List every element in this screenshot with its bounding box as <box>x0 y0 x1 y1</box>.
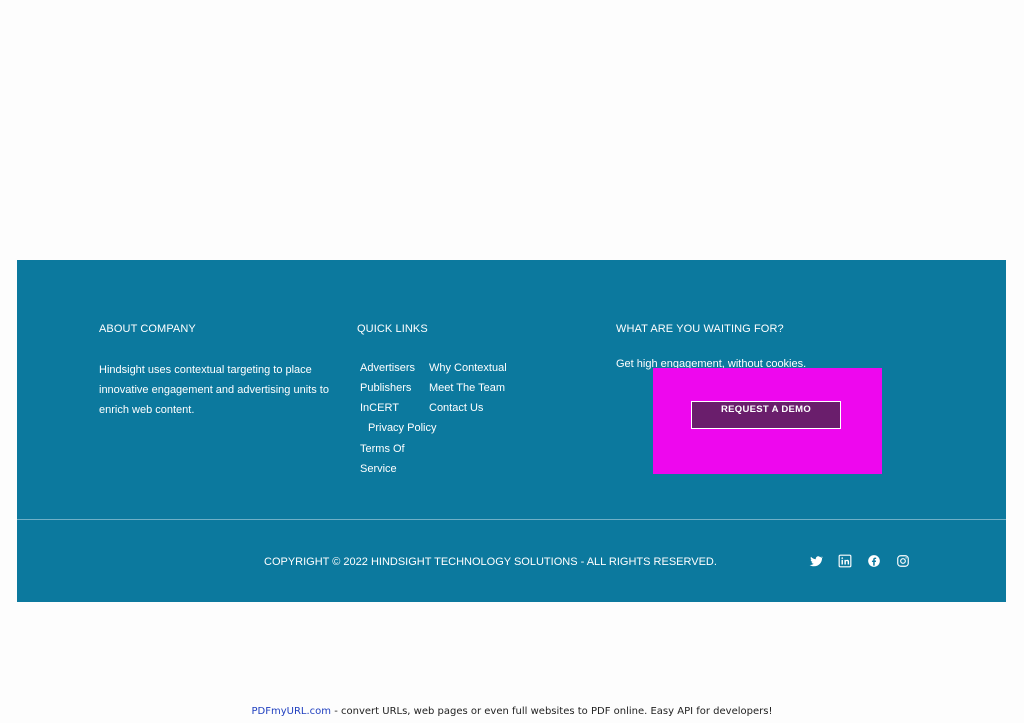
link-contact-us[interactable]: Contact Us <box>429 402 483 414</box>
site-footer: ABOUT COMPANY Hindsight uses contextual … <box>17 260 1006 602</box>
request-demo-button[interactable]: REQUEST A DEMO <box>691 401 841 429</box>
pdfmyurl-link[interactable]: PDFmyURL.com <box>252 706 332 717</box>
link-privacy-policy[interactable]: Privacy Policy <box>368 422 436 434</box>
twitter-icon[interactable] <box>809 554 823 568</box>
instagram-icon[interactable] <box>896 554 910 568</box>
link-publishers[interactable]: Publishers <box>360 382 411 394</box>
link-incert[interactable]: InCERT <box>360 402 399 414</box>
link-terms-of-service[interactable]: Terms Of <box>360 443 405 455</box>
copyright-text: COPYRIGHT © 2022 HINDSIGHT TECHNOLOGY SO… <box>264 556 717 568</box>
cta-heading: WHAT ARE YOU WAITING FOR? <box>616 323 784 335</box>
link-terms-of-service-cont[interactable]: Service <box>360 463 397 475</box>
facebook-icon[interactable] <box>867 554 881 568</box>
link-advertisers[interactable]: Advertisers <box>360 362 415 374</box>
footer-divider <box>17 519 1006 520</box>
link-meet-the-team[interactable]: Meet The Team <box>429 382 505 394</box>
pdf-banner-text: - convert URLs, web pages or even full w… <box>331 706 773 717</box>
about-company-heading: ABOUT COMPANY <box>99 323 196 335</box>
pdf-banner: PDFmyURL.com - convert URLs, web pages o… <box>0 706 1024 717</box>
about-company-text: Hindsight uses contextual targeting to p… <box>99 364 329 417</box>
quick-links-heading: QUICK LINKS <box>357 323 428 335</box>
cta-highlight-box: REQUEST A DEMO <box>653 368 882 474</box>
link-why-contextual[interactable]: Why Contextual <box>429 362 507 374</box>
linkedin-icon[interactable] <box>838 554 852 568</box>
